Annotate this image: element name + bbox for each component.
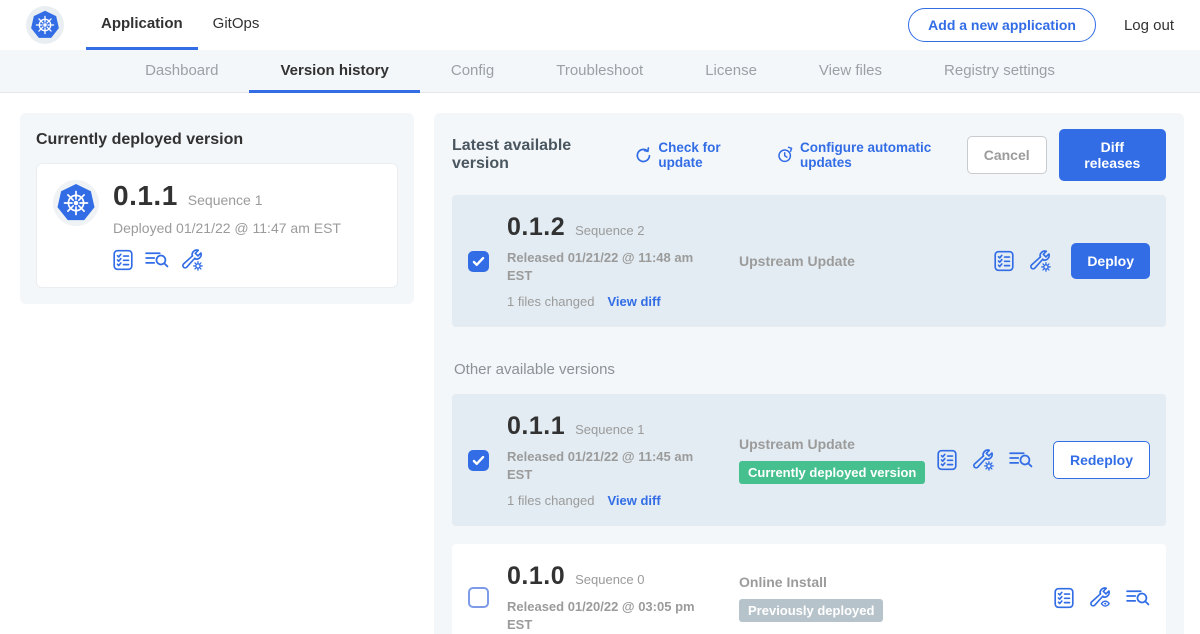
- wrench-gear-icon[interactable]: [181, 249, 203, 271]
- preflight-checklist-icon[interactable]: [937, 449, 957, 471]
- deploy-button[interactable]: Deploy: [1071, 243, 1150, 279]
- tab-application-label: Application: [101, 15, 183, 32]
- redeploy-button[interactable]: Redeploy: [1053, 441, 1150, 479]
- preflight-checklist-icon[interactable]: [1054, 587, 1074, 609]
- source-label: Upstream Update: [739, 253, 994, 269]
- deployed-sequence-label: Sequence 1: [188, 192, 263, 208]
- configure-automatic-updates-link[interactable]: Configure automatic updates: [776, 140, 967, 170]
- version-info: 0.1.1 Sequence 1 Released 01/21/22 @ 11:…: [507, 412, 731, 508]
- cancel-button[interactable]: Cancel: [967, 136, 1047, 174]
- latest-version-header: Latest available version Check for updat…: [452, 129, 1166, 181]
- previously-deployed-badge: Previously deployed: [739, 599, 883, 622]
- subnav-item-dashboard[interactable]: Dashboard: [114, 50, 249, 93]
- deployed-version-info: 0.1.1 Sequence 1 Deployed 01/21/22 @ 11:…: [113, 180, 341, 271]
- add-new-application-button[interactable]: Add a new application: [908, 8, 1096, 42]
- files-changed-label: 1 files changed: [507, 294, 594, 309]
- version-source: Upstream Update Currently deployed versi…: [731, 436, 937, 484]
- sequence-label: Sequence 0: [575, 572, 644, 587]
- version-actions: Deploy: [994, 243, 1150, 279]
- latest-version-title: Latest available version: [452, 137, 615, 173]
- subnav-item-license[interactable]: License: [674, 50, 788, 93]
- subnav-item-troubleshoot[interactable]: Troubleshoot: [525, 50, 674, 93]
- deployed-version-number: 0.1.1: [113, 180, 178, 212]
- deployed-timestamp: Deployed 01/21/22 @ 11:47 am EST: [113, 220, 341, 236]
- other-versions-title: Other available versions: [454, 361, 1164, 378]
- currently-deployed-panel: Currently deployed version 0.1.1 Sequenc…: [20, 113, 414, 304]
- view-diff-link[interactable]: View diff: [607, 493, 660, 508]
- released-timestamp: Released 01/20/22 @ 03:05 pm EST: [507, 598, 707, 633]
- currently-deployed-title: Currently deployed version: [36, 131, 398, 149]
- version-row-0-1-2: 0.1.2 Sequence 2 Released 01/21/22 @ 11:…: [452, 195, 1166, 327]
- files-changed-label: 1 files changed: [507, 493, 594, 508]
- source-label: Upstream Update: [739, 436, 937, 452]
- version-checkbox[interactable]: [468, 251, 489, 272]
- kubernetes-logo-icon: [26, 6, 64, 44]
- refresh-icon: [635, 147, 652, 164]
- deploy-logs-icon[interactable]: [1126, 588, 1150, 608]
- diff-releases-button[interactable]: Diff releases: [1059, 129, 1166, 181]
- configure-updates-label: Configure automatic updates: [800, 140, 967, 170]
- top-nav: Application GitOps Add a new application…: [0, 0, 1200, 50]
- currently-deployed-badge: Currently deployed version: [739, 461, 925, 484]
- logout-button[interactable]: Log out: [1124, 17, 1174, 34]
- wrench-gear-icon[interactable]: [972, 449, 994, 471]
- version-source: Upstream Update: [731, 253, 994, 269]
- source-label: Online Install: [739, 574, 1054, 590]
- deploy-logs-icon[interactable]: [1009, 450, 1033, 470]
- wrench-eye-icon[interactable]: [1089, 587, 1111, 609]
- version-checkbox[interactable]: [468, 450, 489, 471]
- currently-deployed-card: 0.1.1 Sequence 1 Deployed 01/21/22 @ 11:…: [36, 163, 398, 288]
- view-diff-link[interactable]: View diff: [607, 294, 660, 309]
- app-kubernetes-logo-icon: [53, 180, 99, 226]
- check-for-update-label: Check for update: [658, 140, 756, 170]
- version-history-panel: Latest available version Check for updat…: [434, 113, 1184, 634]
- subnav-item-config[interactable]: Config: [420, 50, 525, 93]
- version-actions: Redeploy: [937, 441, 1150, 479]
- preflight-checklist-icon[interactable]: [994, 250, 1014, 272]
- row-gap: [452, 526, 1166, 544]
- subnav-item-registry-settings[interactable]: Registry settings: [913, 50, 1086, 93]
- version-number: 0.1.0: [507, 562, 565, 591]
- version-source: Online Install Previously deployed: [731, 574, 1054, 622]
- deploy-logs-icon[interactable]: [145, 250, 169, 270]
- version-info: 0.1.2 Sequence 2 Released 01/21/22 @ 11:…: [507, 213, 731, 309]
- preflight-checklist-icon[interactable]: [113, 249, 133, 271]
- version-info: 0.1.0 Sequence 0 Released 01/20/22 @ 03:…: [507, 562, 731, 633]
- main-content: Currently deployed version 0.1.1 Sequenc…: [0, 93, 1200, 634]
- tab-gitops-label: GitOps: [213, 15, 260, 32]
- tab-application[interactable]: Application: [86, 0, 198, 50]
- top-nav-tabs: Application GitOps: [86, 0, 274, 50]
- version-number: 0.1.1: [507, 412, 565, 441]
- version-row-0-1-1: 0.1.1 Sequence 1 Released 01/21/22 @ 11:…: [452, 394, 1166, 526]
- tab-gitops[interactable]: GitOps: [198, 0, 275, 50]
- released-timestamp: Released 01/21/22 @ 11:45 am EST: [507, 448, 707, 483]
- version-row-0-1-0: 0.1.0 Sequence 0 Released 01/20/22 @ 03:…: [452, 544, 1166, 634]
- subnav-item-version-history[interactable]: Version history: [249, 50, 419, 93]
- wrench-gear-icon[interactable]: [1029, 250, 1051, 272]
- check-for-update-link[interactable]: Check for update: [635, 140, 756, 170]
- sequence-label: Sequence 2: [575, 223, 644, 238]
- version-number: 0.1.2: [507, 213, 565, 242]
- clock-update-icon: [776, 146, 794, 164]
- sequence-label: Sequence 1: [575, 422, 644, 437]
- subnav-item-view-files[interactable]: View files: [788, 50, 913, 93]
- version-actions: [1054, 587, 1150, 609]
- app-sub-nav: Dashboard Version history Config Trouble…: [0, 50, 1200, 93]
- version-checkbox[interactable]: [468, 587, 489, 608]
- released-timestamp: Released 01/21/22 @ 11:48 am EST: [507, 249, 707, 284]
